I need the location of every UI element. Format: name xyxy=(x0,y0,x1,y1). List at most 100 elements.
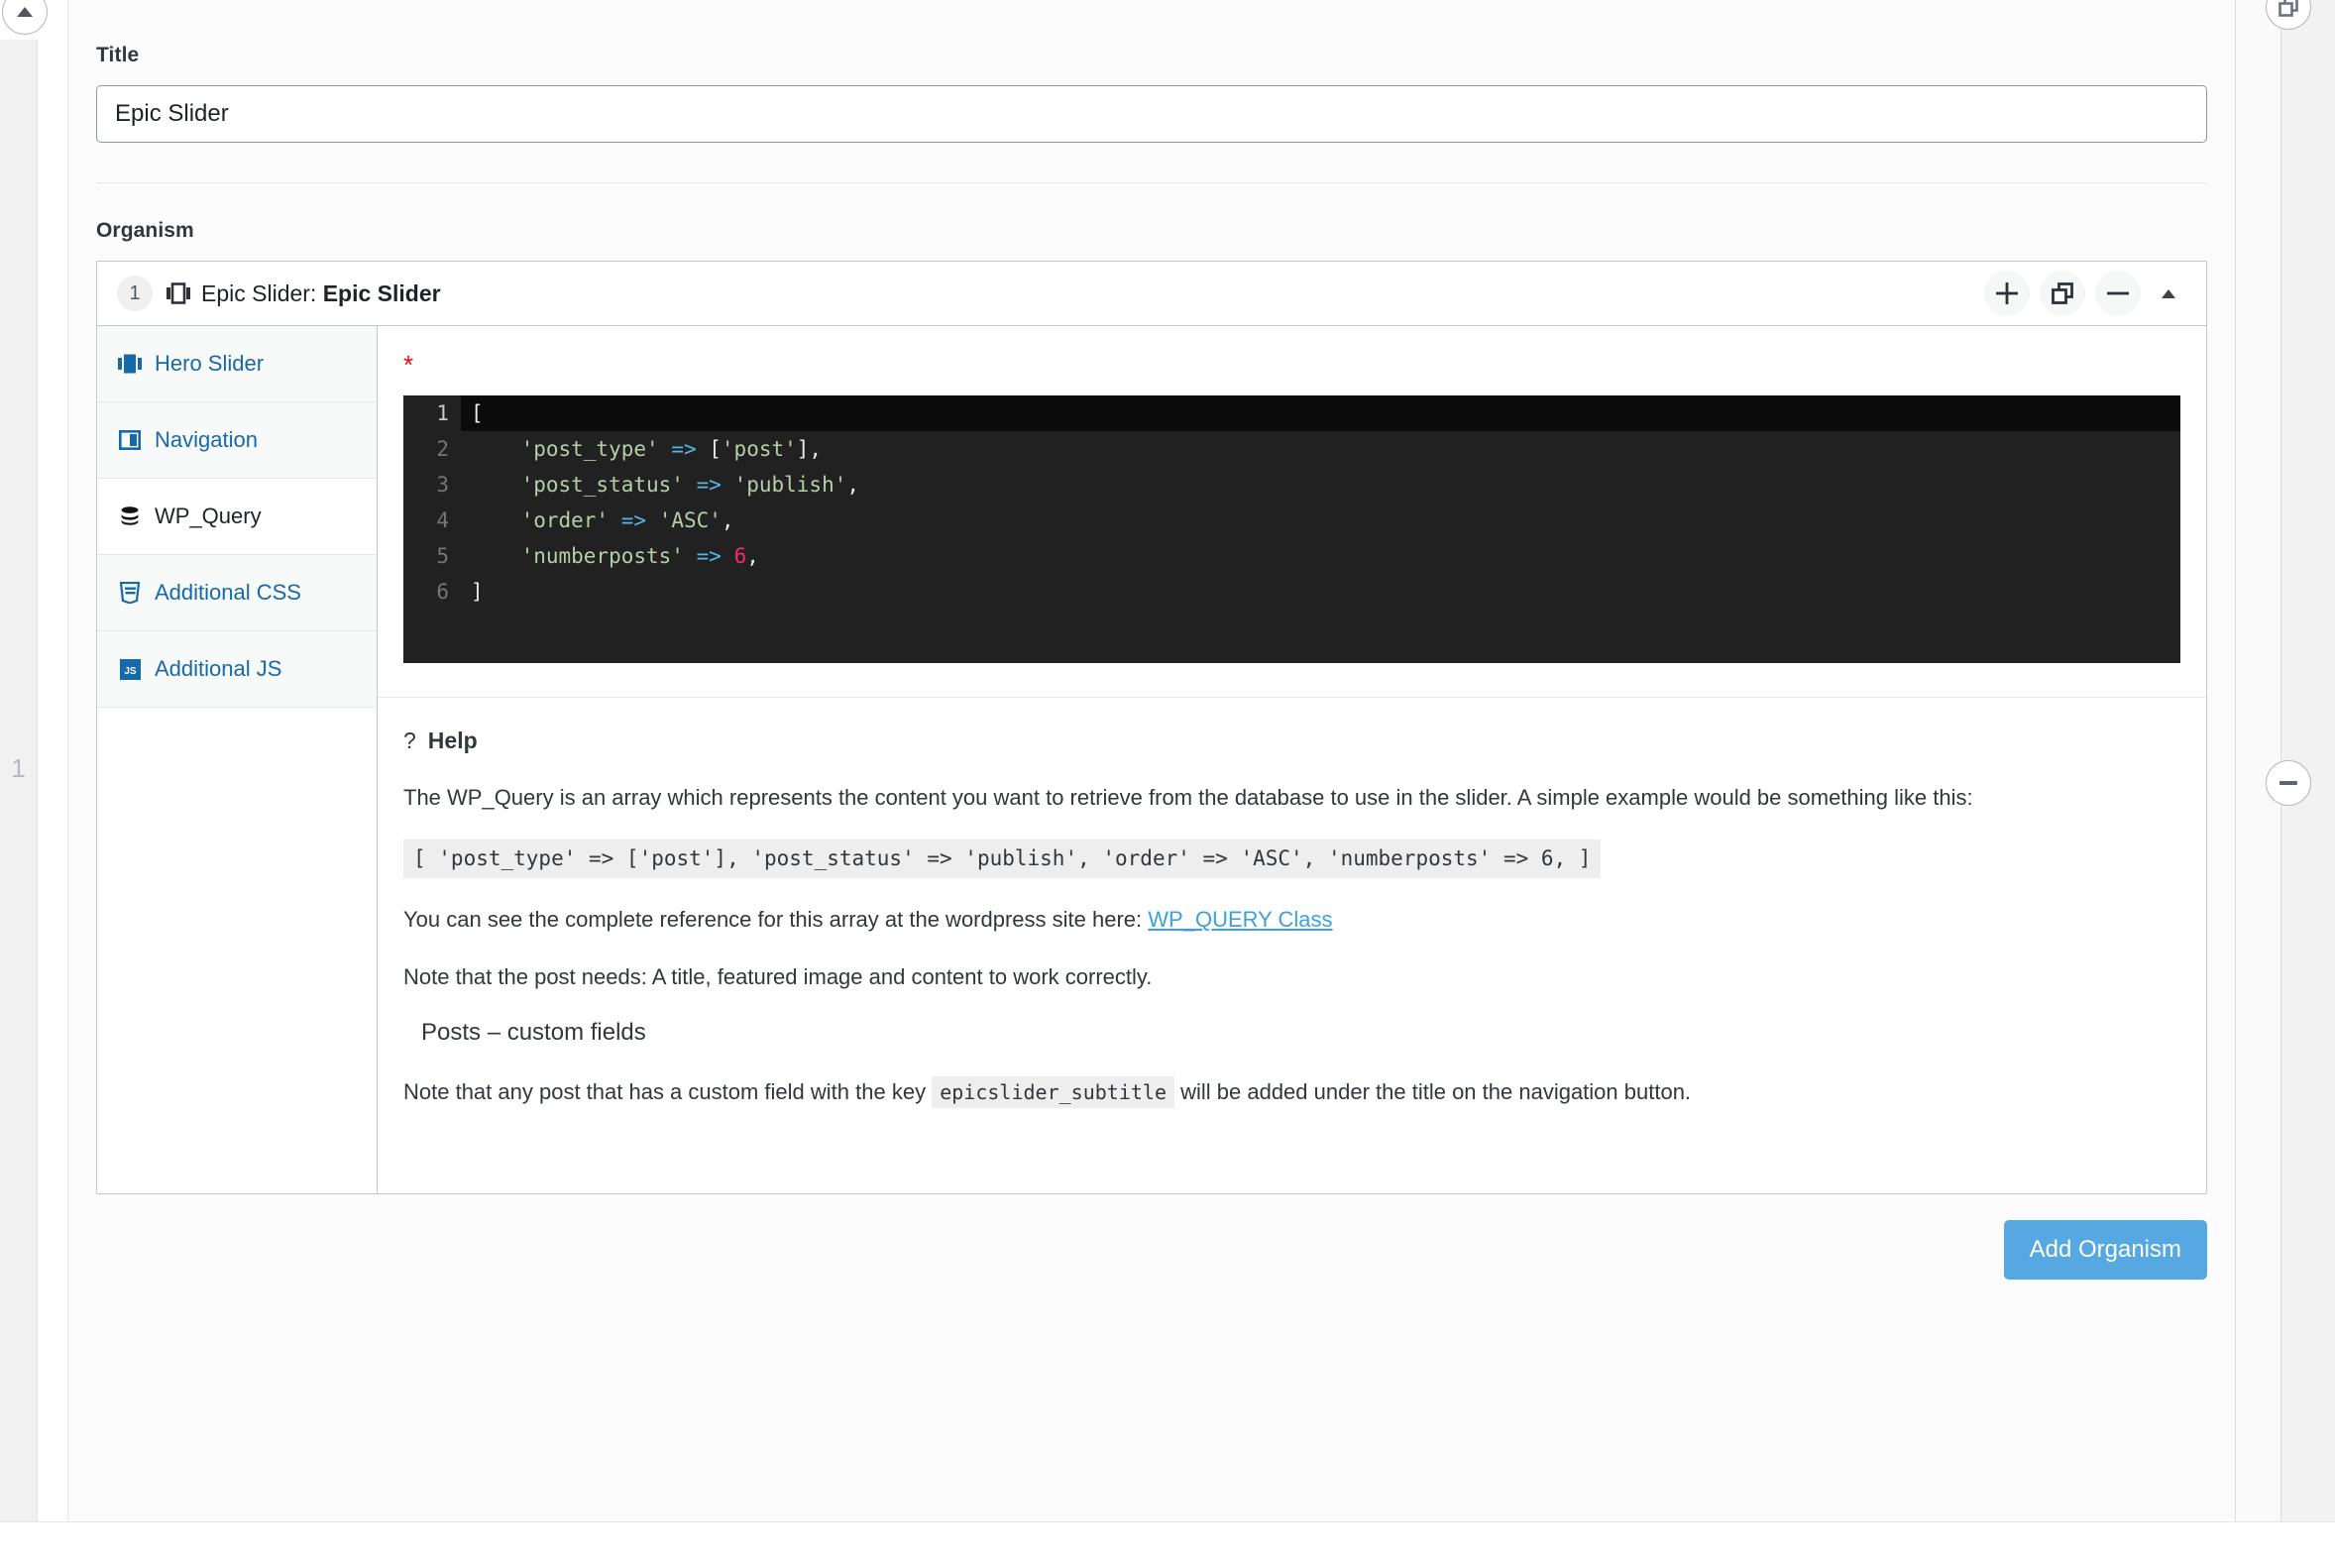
help-heading: ? Help xyxy=(403,728,2180,754)
remove-panel-button[interactable] xyxy=(2266,760,2311,806)
line-number: 5 xyxy=(436,544,449,568)
code-token: => xyxy=(620,508,647,532)
duplicate-organism-button[interactable] xyxy=(2040,271,2085,316)
svg-text:JS: JS xyxy=(124,666,137,677)
line-content: [ xyxy=(461,395,2180,431)
organism-section: Organism 1 Epic Slider: Epic Slider Hero… xyxy=(68,183,2235,1280)
line-number: 4 xyxy=(436,508,449,532)
custom-field-key-code: epicslider_subtitle xyxy=(932,1075,1174,1108)
code-token: => xyxy=(696,544,722,568)
js-icon: JS xyxy=(117,658,143,680)
line-content: 'post_status' => 'publish', xyxy=(461,467,2180,503)
line-number: 2 xyxy=(436,437,449,461)
organism-label: Organism xyxy=(96,219,194,242)
wp-query-class-link[interactable]: WP_QUERY Class xyxy=(1148,907,1332,932)
organism-footer: Add Organism xyxy=(96,1194,2207,1280)
collapse-organism-button[interactable] xyxy=(2149,271,2188,316)
organism-card-header: 1 Epic Slider: Epic Slider xyxy=(97,262,2206,326)
add-organism-icon-button[interactable] xyxy=(1984,271,2030,316)
left-gutter xyxy=(0,40,38,1528)
code-token: 'post' xyxy=(721,437,797,461)
help-subheading: Posts – custom fields xyxy=(421,1018,646,1046)
tab-wp-query[interactable]: WP_Query xyxy=(97,479,377,555)
code-token: , xyxy=(721,508,734,532)
code-token: 'post_type' xyxy=(520,437,659,461)
required-asterisk: * xyxy=(403,350,414,380)
tab-label: Additional JS xyxy=(155,656,282,681)
code-token: 'order' xyxy=(520,508,610,532)
code-token: 6 xyxy=(733,544,747,568)
code-line: 3 'post_status' => 'publish', xyxy=(403,467,2180,503)
code-token: , xyxy=(846,473,860,497)
tab-list-filler xyxy=(97,708,377,1193)
epic-slider-organism-editor: 1 Title Organism 1 xyxy=(0,0,2335,1568)
help-paragraph-2-text: You can see the complete reference for t… xyxy=(403,907,1143,933)
left-gutter-index: 1 xyxy=(11,753,26,783)
help-paragraph-3: Note that the post needs: A title, featu… xyxy=(403,964,1153,990)
code-line: 6] xyxy=(403,574,2180,610)
code-token: [ xyxy=(471,401,484,425)
code-token: 'publish' xyxy=(733,473,847,497)
organism-card-title: Epic Slider: Epic Slider xyxy=(201,280,441,307)
slides-icon xyxy=(167,282,190,304)
remove-organism-button[interactable] xyxy=(2095,271,2141,316)
minus-icon xyxy=(2107,291,2129,295)
slides-icon xyxy=(117,354,143,374)
tab-content-wp-query: * 1[2 'post_type' => ['post'], 3 'post_st… xyxy=(378,326,2206,1193)
organism-card-prefix: Epic Slider: xyxy=(201,280,317,306)
line-content: ] xyxy=(461,574,2180,610)
organism-card-body: Hero Slider Navigation WP_Query Addition… xyxy=(97,326,2206,1193)
css3-icon xyxy=(117,582,143,604)
title-section: Title xyxy=(68,0,2235,183)
tab-label: Hero Slider xyxy=(155,351,265,376)
tab-navigation[interactable]: Navigation xyxy=(97,402,377,479)
question-mark-icon: ? xyxy=(403,728,416,753)
help-paragraph-4-after: will be added under the title on the nav… xyxy=(1180,1078,1692,1104)
line-number: 1 xyxy=(403,395,461,431)
tab-hero-slider[interactable]: Hero Slider xyxy=(97,326,377,402)
code-token: 'ASC' xyxy=(658,508,722,532)
title-input[interactable] xyxy=(96,85,2207,143)
collapse-panel-button[interactable] xyxy=(2,0,48,35)
bottom-strip xyxy=(0,1521,2335,1568)
line-number: 6 xyxy=(436,580,449,604)
title-label: Title xyxy=(96,44,140,66)
code-token: [ xyxy=(696,437,722,461)
tab-additional-js[interactable]: JS Additional JS xyxy=(97,631,377,708)
duplicate-icon xyxy=(2279,0,2298,17)
duplicate-icon xyxy=(2052,282,2073,304)
code-token: 'numberposts' xyxy=(520,544,684,568)
code-token: ], xyxy=(796,437,823,461)
panel-icon xyxy=(117,430,143,450)
help-code-example: [ 'post_type' => ['post'], 'post_status'… xyxy=(403,839,1602,879)
help-paragraph-2: You can see the complete reference for t… xyxy=(403,904,2108,936)
code-line: 2 'post_type' => ['post'], xyxy=(403,431,2180,467)
main-panel: Title Organism 1 xyxy=(67,0,2236,1520)
tab-label: Navigation xyxy=(155,427,258,452)
wp-query-code-editor[interactable]: 1[2 'post_type' => ['post'], 3 'post_stat… xyxy=(403,395,2180,663)
add-organism-button[interactable]: Add Organism xyxy=(2003,1220,2207,1280)
code-token: , xyxy=(746,544,759,568)
code-token: => xyxy=(671,437,697,461)
chevron-up-icon xyxy=(2162,288,2175,298)
line-content: 'numberposts' => 6, xyxy=(461,538,2180,574)
help-paragraph-1: The WP_Query is an array which represent… xyxy=(403,785,1973,810)
organism-order-badge: 1 xyxy=(117,276,153,311)
line-content: 'order' => 'ASC', xyxy=(461,503,2180,538)
tab-additional-css[interactable]: Additional CSS xyxy=(97,555,377,631)
help-paragraph-4-before: Note that any post that has a custom fie… xyxy=(403,1078,927,1104)
help-paragraph-4: Note that any post that has a custom fie… xyxy=(403,1075,2108,1108)
code-token: => xyxy=(696,473,722,497)
code-token: ] xyxy=(471,580,484,604)
